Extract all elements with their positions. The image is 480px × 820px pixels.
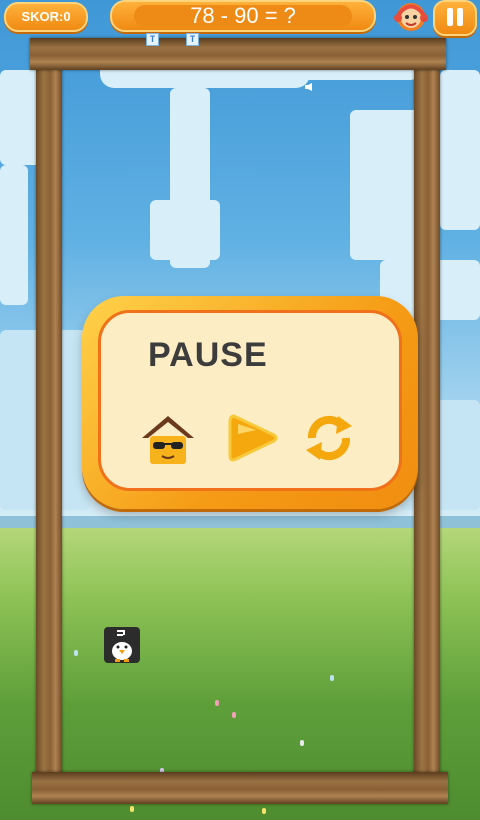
restart-button[interactable] [302, 412, 356, 464]
penguin-character [104, 627, 140, 663]
flower [130, 806, 134, 812]
flower [74, 650, 78, 656]
cloud [150, 200, 220, 260]
pause-dialog [82, 296, 418, 509]
resume-button[interactable] [226, 410, 280, 466]
flower [300, 740, 304, 746]
score-label: SKOR:0 [21, 9, 71, 24]
question-panel: 78 - 90 = ? [110, 0, 376, 32]
flower [330, 675, 334, 681]
player-avatar-icon[interactable] [394, 0, 428, 32]
cloud [440, 70, 480, 230]
home-icon [142, 416, 194, 464]
home-button[interactable] [140, 412, 196, 468]
text-glyph-icon: T [186, 33, 199, 46]
question-text: 78 - 90 = ? [190, 3, 296, 28]
flower [262, 808, 266, 814]
speaker-icon[interactable] [305, 83, 315, 91]
flower [232, 712, 236, 718]
score-panel: SKOR:0 [4, 2, 88, 32]
cloud [0, 165, 28, 305]
pause-title: PAUSE [148, 336, 268, 374]
wood-post-left [36, 60, 62, 795]
text-glyph-icon: T [146, 33, 159, 46]
flower [215, 700, 219, 706]
wood-beam-bottom [32, 772, 448, 804]
restart-icon [306, 415, 352, 461]
wood-beam-top [30, 38, 446, 70]
play-icon [228, 414, 278, 462]
pause-button[interactable] [433, 0, 477, 36]
